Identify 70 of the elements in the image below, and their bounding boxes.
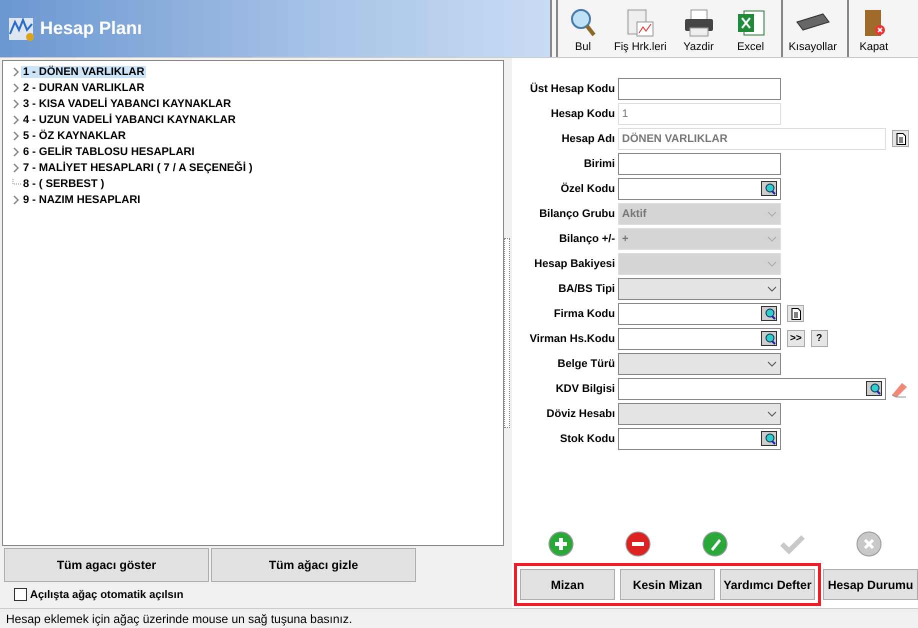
field-label: Hesap Adı (560, 132, 615, 144)
toolbar-button[interactable]: Yazdir (672, 0, 725, 57)
chart-logo-icon (8, 16, 36, 42)
search-icon[interactable] (761, 431, 777, 446)
field-label: Üst Hesap Kodu (529, 82, 615, 94)
field-label: Stok Kodu (559, 432, 615, 444)
dropdown-caret-icon (767, 260, 777, 266)
search-icon[interactable] (761, 181, 777, 196)
add-button[interactable] (548, 531, 574, 557)
tree-button[interactable]: Tüm ağacı gizle (211, 548, 416, 582)
tree-item[interactable]: 5 - ÖZ KAYNAKLAR (21, 130, 128, 142)
dropdown-caret-icon (767, 286, 777, 292)
field-label: Virman Hs.Kodu (528, 332, 615, 344)
input-field[interactable] (618, 152, 781, 174)
field-label: Bilanço Grubu (538, 208, 615, 220)
tree-item[interactable]: 4 - UZUN VADELİ YABANCI KAYNAKLAR (21, 114, 238, 126)
input-field[interactable] (618, 378, 886, 400)
field-label: BA/BS Tipi (557, 282, 615, 294)
checkbox-label: Açılışta ağaç otomatik açılsın (30, 588, 184, 600)
small-button[interactable]: >> (787, 330, 805, 347)
details-button[interactable] (787, 305, 804, 322)
small-button[interactable]: ? (810, 330, 828, 347)
tree-button[interactable]: Tüm agacı göster (4, 548, 209, 582)
field-label: KDV Bilgisi (554, 382, 615, 394)
report-button[interactable]: Hesap Durumu (823, 569, 918, 600)
checkbox[interactable] (14, 588, 27, 601)
splitter-handle[interactable] (504, 238, 510, 428)
field-label: Hesap Bakiyesi (533, 258, 615, 270)
delete-button[interactable] (624, 531, 651, 557)
search-icon[interactable] (761, 306, 777, 321)
dropdown-caret-icon (767, 236, 777, 242)
report-button[interactable]: Kesin Mizan (620, 569, 715, 600)
tree-item[interactable]: 2 - DURAN VARLIKLAR (21, 82, 146, 94)
field-label: Belge Türü (556, 358, 615, 370)
window-title: Hesap Planı (40, 18, 142, 39)
dropdown-caret-icon (767, 410, 777, 416)
spreadsheet-icon (736, 8, 766, 38)
field-label: Özel Kodu (560, 182, 615, 194)
tree-item[interactable]: 9 - NAZIM HESAPLARI (21, 194, 142, 206)
search-icon[interactable] (866, 381, 882, 396)
input-field[interactable] (618, 78, 781, 100)
toolbar-button[interactable]: Fiş Hrk.leri (608, 0, 673, 57)
report-chart-icon (625, 8, 656, 38)
dropdown-caret-icon (767, 210, 777, 216)
input-field[interactable] (618, 428, 781, 450)
input-field[interactable] (618, 302, 781, 324)
tree-item[interactable]: 7 - MALİYET HESAPLARI ( 7 / A SEÇENEĞİ ) (21, 162, 255, 174)
field-label: Birimi (582, 158, 615, 170)
search-icon[interactable] (761, 331, 777, 346)
search-icon (569, 8, 597, 38)
toolbar-button[interactable]: Kapat (846, 0, 899, 57)
document-icon (896, 132, 906, 144)
report-button[interactable]: Mizan (520, 569, 615, 600)
field-label: Bilanço +/- (558, 232, 615, 244)
printer-icon (682, 8, 715, 38)
tree-item[interactable]: 8 - ( SERBEST ) (21, 178, 106, 190)
input-field[interactable] (618, 328, 781, 350)
tree-item[interactable]: 1 - DÖNEN VARLIKLAR (21, 66, 146, 78)
field-label: Hesap Kodu (550, 108, 615, 120)
edit-button[interactable] (702, 531, 728, 557)
field-label: Döviz Hesabı (546, 408, 615, 420)
input-field[interactable] (618, 178, 781, 200)
report-button[interactable]: Yardımcı Defter (720, 569, 815, 600)
toolbar-button[interactable]: Excel (724, 0, 777, 57)
tree-item[interactable]: 3 - KISA VADELİ YABANCI KAYNAKLAR (21, 98, 234, 110)
tree-item[interactable]: 6 - GELİR TABLOSU HESAPLARI (21, 146, 197, 158)
status-bar: Hesap eklemek için ağaç üzerinde mouse un sağ tuşuna basınız. (0, 608, 918, 628)
document-icon (790, 308, 800, 320)
dropdown-caret-icon (767, 360, 777, 366)
field-label: Firma Kodu (552, 308, 615, 320)
